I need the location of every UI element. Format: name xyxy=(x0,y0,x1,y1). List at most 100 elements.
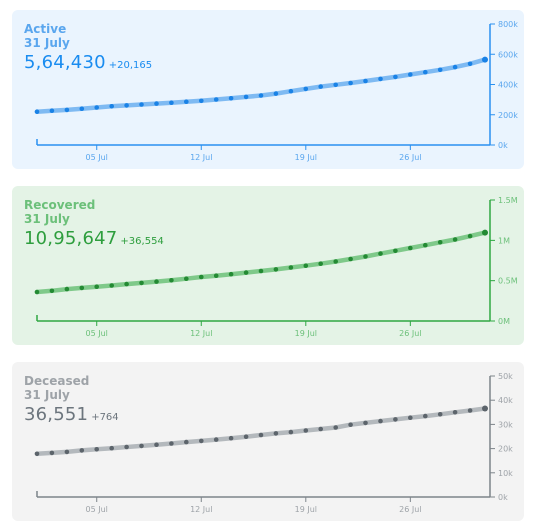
deceased-count: 36,551 xyxy=(24,404,89,425)
data-point xyxy=(288,88,294,94)
data-point xyxy=(363,78,368,84)
data-point xyxy=(64,286,70,292)
data-point xyxy=(124,281,129,287)
deceased-title: Deceased xyxy=(24,374,90,388)
data-point xyxy=(184,276,189,281)
data-point xyxy=(408,245,413,251)
y-tick-label: 40k xyxy=(498,396,513,405)
data-point xyxy=(49,288,55,294)
data-point xyxy=(243,270,249,275)
data-point xyxy=(378,418,383,424)
data-point xyxy=(228,271,234,277)
recovered-panel: 05 Jul 12 Jul 19 Jul 26 Jul 0M 0.5M 1M 1.5M Rec… xyxy=(12,186,524,345)
data-point xyxy=(378,251,383,256)
data-point xyxy=(318,261,324,266)
data-point xyxy=(154,442,159,447)
data-point xyxy=(124,444,129,450)
data-point xyxy=(452,64,458,70)
x-tick-label: 05 Jul xyxy=(86,505,108,514)
x-tick-label: 05 Jul xyxy=(86,153,108,162)
y-tick-label: 0k xyxy=(498,141,508,150)
data-point xyxy=(139,102,144,107)
y-tick-label: 0k xyxy=(498,493,508,502)
data-point xyxy=(258,432,264,438)
data-point xyxy=(482,56,488,63)
data-point xyxy=(258,93,264,98)
data-point xyxy=(273,431,279,436)
data-point xyxy=(94,105,99,110)
recovered-date: 31 July xyxy=(24,212,70,226)
data-point xyxy=(363,254,368,259)
deceased-date: 31 July xyxy=(24,388,70,402)
data-point xyxy=(154,101,159,106)
active-panel: 05 Jul 12 Jul 19 Jul 26 Jul 0k 200k 400k 600k 80… xyxy=(12,10,524,169)
data-point xyxy=(109,445,114,451)
data-point xyxy=(482,405,488,412)
active-title: Active xyxy=(24,22,67,36)
deceased-panel: 05 Jul 12 Jul 19 Jul 26 Jul 0k 10k 20k 30k 40k 50… xyxy=(12,362,524,521)
x-tick-label: 26 Jul xyxy=(399,505,421,514)
data-point xyxy=(393,74,398,80)
data-point xyxy=(423,413,428,419)
data-point xyxy=(34,289,40,295)
data-point xyxy=(243,434,249,439)
data-point xyxy=(228,435,234,441)
data-point xyxy=(303,263,309,268)
data-point xyxy=(94,284,99,289)
data-point xyxy=(467,233,473,239)
data-point xyxy=(79,106,85,111)
data-point xyxy=(348,80,353,86)
data-point xyxy=(34,109,40,114)
data-point xyxy=(273,91,279,96)
data-point xyxy=(318,426,324,432)
data-point xyxy=(348,422,353,427)
x-tick-label: 26 Jul xyxy=(399,329,421,338)
y-tick-label: 20k xyxy=(498,445,513,454)
y-tick-label: 1M xyxy=(498,236,510,245)
data-point xyxy=(64,449,70,455)
recovered-delta: +36,554 xyxy=(120,236,164,247)
data-point xyxy=(34,451,40,457)
y-tick-label: 0M xyxy=(498,317,510,326)
data-point xyxy=(169,441,174,446)
data-point xyxy=(139,280,144,286)
data-point xyxy=(452,237,458,242)
data-point xyxy=(333,425,339,430)
data-point xyxy=(288,265,294,270)
data-point xyxy=(288,429,294,435)
data-point xyxy=(64,107,70,113)
data-point xyxy=(273,267,279,272)
data-point xyxy=(49,450,55,456)
y-tick-label: 400k xyxy=(498,81,518,90)
data-point xyxy=(109,104,114,109)
x-tick-label: 12 Jul xyxy=(190,505,212,514)
data-point xyxy=(423,69,428,75)
y-tick-label: 10k xyxy=(498,469,513,478)
x-tick-label: 12 Jul xyxy=(190,329,212,338)
data-point xyxy=(213,97,219,102)
data-point xyxy=(139,443,144,449)
active-delta: +20,165 xyxy=(108,60,153,71)
data-point xyxy=(318,84,324,89)
data-point xyxy=(199,274,204,280)
data-point xyxy=(303,428,309,433)
data-point xyxy=(258,268,264,274)
data-point xyxy=(184,99,189,104)
data-point xyxy=(437,240,443,245)
y-tick-label: 1.5M xyxy=(498,196,518,205)
deceased-delta: +764 xyxy=(91,412,119,423)
data-point xyxy=(213,437,219,442)
active-stats: Active 31 July 5,64,430 +20,165 xyxy=(24,22,152,77)
data-point xyxy=(228,96,234,101)
data-point xyxy=(378,76,383,82)
data-point xyxy=(213,273,219,278)
data-point xyxy=(333,82,339,88)
data-point xyxy=(109,283,114,288)
recovered-count: 10,95,647 xyxy=(24,228,118,249)
active-date: 31 July xyxy=(24,36,70,50)
data-point xyxy=(348,256,353,262)
x-tick-label: 19 Jul xyxy=(295,153,317,162)
data-point xyxy=(49,108,55,113)
data-point xyxy=(408,72,413,77)
y-tick-label: 200k xyxy=(498,111,518,120)
